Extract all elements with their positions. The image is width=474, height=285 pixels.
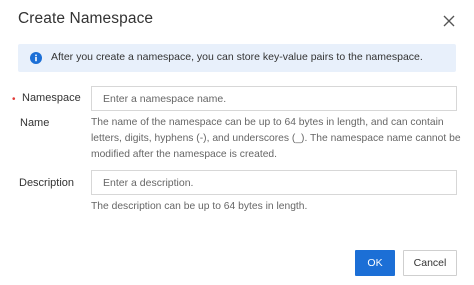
dialog-title: Create Namespace <box>18 10 154 27</box>
description-help-text: The description can be up to 64 bytes in… <box>91 201 308 212</box>
info-notice: After you create a namespace, you can st… <box>18 44 456 72</box>
required-mark: • <box>12 94 16 105</box>
create-namespace-dialog: Create Namespace After you create a name… <box>0 0 474 285</box>
cancel-button[interactable]: Cancel <box>403 250 457 276</box>
ok-button[interactable]: OK <box>355 250 395 276</box>
namespace-name-input[interactable] <box>91 86 457 111</box>
description-input[interactable] <box>91 170 457 195</box>
namespace-help-text: The name of the namespace can be up to 6… <box>91 117 461 160</box>
namespace-label: Namespace <box>22 92 81 104</box>
description-label: Description <box>19 177 75 189</box>
notice-text: After you create a namespace, you can st… <box>51 51 423 63</box>
close-icon[interactable] <box>439 11 459 31</box>
namespace-label-line2: Name <box>20 117 50 129</box>
info-icon <box>30 52 42 64</box>
